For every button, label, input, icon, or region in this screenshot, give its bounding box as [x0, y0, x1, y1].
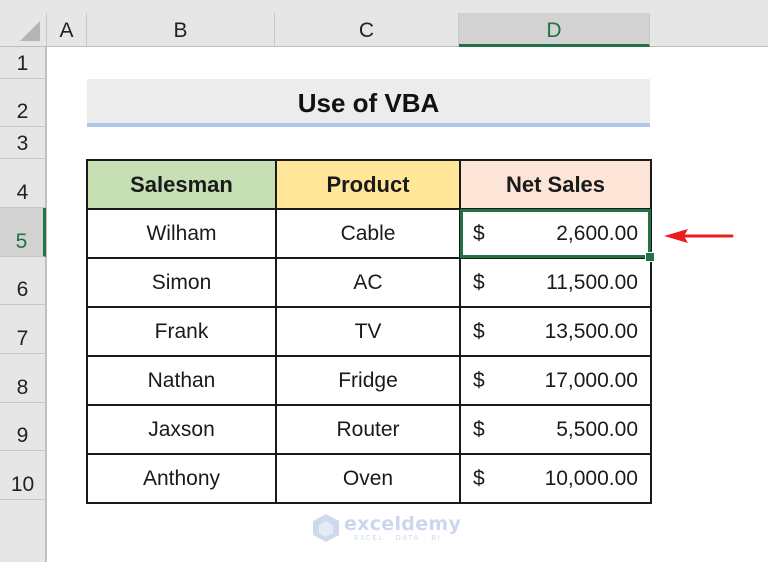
currency-symbol: $ [473, 417, 485, 441]
header-salesman[interactable]: Salesman [86, 159, 277, 210]
amount: 17,000.00 [544, 368, 638, 392]
row-header-2[interactable]: 2 [0, 79, 45, 127]
fill-handle[interactable] [645, 252, 655, 262]
red-arrow-left-icon [664, 229, 734, 243]
row-header-10[interactable]: 10 [0, 451, 45, 500]
cell-net-sales[interactable]: $ 11,500.00 [459, 257, 652, 308]
currency-symbol: $ [473, 466, 485, 490]
sales-table: Salesman Product Net Sales Wilham Cable … [86, 159, 655, 504]
table-row: Simon AC $ 11,500.00 [86, 257, 652, 308]
cell-net-sales-active[interactable]: $ 2,600.00 [459, 208, 655, 262]
amount: 5,500.00 [556, 417, 638, 441]
cell-product[interactable]: Cable [275, 208, 461, 259]
exceldemy-logo-icon [313, 514, 339, 542]
table-header-row: Salesman Product Net Sales [86, 159, 652, 210]
watermark-brand: exceldemy [344, 513, 462, 535]
table-row: Nathan Fridge $ 17,000.00 [86, 355, 652, 406]
cell-product[interactable]: AC [275, 257, 461, 308]
table-row: Jaxson Router $ 5,500.00 [86, 404, 652, 455]
cell-salesman[interactable]: Wilham [86, 208, 277, 259]
cell-salesman[interactable]: Frank [86, 306, 277, 357]
column-header-e[interactable] [650, 13, 768, 46]
cell-net-sales[interactable]: $ 17,000.00 [459, 355, 652, 406]
currency-symbol: $ [473, 368, 485, 392]
amount: 2,600.00 [556, 221, 638, 245]
header-net-sales[interactable]: Net Sales [459, 159, 652, 210]
table-row: Frank TV $ 13,500.00 [86, 306, 652, 357]
cell-product[interactable]: Fridge [275, 355, 461, 406]
watermark: exceldemy EXCEL · DATA · BI [312, 513, 461, 543]
cell-salesman[interactable]: Nathan [86, 355, 277, 406]
amount: 13,500.00 [544, 319, 638, 343]
row-header-4[interactable]: 4 [0, 159, 45, 208]
cell-net-sales[interactable]: $ 13,500.00 [459, 306, 652, 357]
column-headers: A B C D [0, 13, 768, 47]
select-all-triangle-icon [20, 21, 40, 41]
table-row: Anthony Oven $ 10,000.00 [86, 453, 652, 504]
cell-salesman[interactable]: Jaxson [86, 404, 277, 455]
column-header-a[interactable]: A [47, 13, 87, 46]
row-headers: 1 2 3 4 5 6 7 8 9 10 [0, 47, 47, 562]
select-all-button[interactable] [0, 13, 47, 46]
column-header-b[interactable]: B [87, 13, 275, 46]
row-header-8[interactable]: 8 [0, 354, 45, 403]
amount: 10,000.00 [544, 466, 638, 490]
cell-product[interactable]: Oven [275, 453, 461, 504]
header-product[interactable]: Product [275, 159, 461, 210]
row-header-3[interactable]: 3 [0, 127, 45, 159]
top-strip [0, 0, 768, 13]
currency-symbol: $ [473, 319, 485, 343]
row-header-7[interactable]: 7 [0, 305, 45, 354]
cell-salesman[interactable]: Simon [86, 257, 277, 308]
column-header-c[interactable]: C [275, 13, 459, 46]
cell-net-sales[interactable]: $ 5,500.00 [459, 404, 652, 455]
row-header-5[interactable]: 5 [0, 208, 46, 257]
sheet-title[interactable]: Use of VBA [87, 79, 650, 127]
watermark-tagline: EXCEL · DATA · BI [354, 534, 442, 542]
cell-product[interactable]: TV [275, 306, 461, 357]
cell-product[interactable]: Router [275, 404, 461, 455]
row-header-1[interactable]: 1 [0, 47, 45, 79]
cell-net-sales[interactable]: $ 10,000.00 [459, 453, 652, 504]
currency-symbol: $ [473, 270, 485, 294]
currency-symbol: $ [473, 221, 485, 245]
row-header-9[interactable]: 9 [0, 403, 45, 451]
cell-salesman[interactable]: Anthony [86, 453, 277, 504]
table-row: Wilham Cable $ 2,600.00 [86, 208, 655, 262]
amount: 11,500.00 [546, 270, 638, 294]
column-header-d[interactable]: D [459, 13, 650, 47]
row-header-6[interactable]: 6 [0, 257, 45, 305]
